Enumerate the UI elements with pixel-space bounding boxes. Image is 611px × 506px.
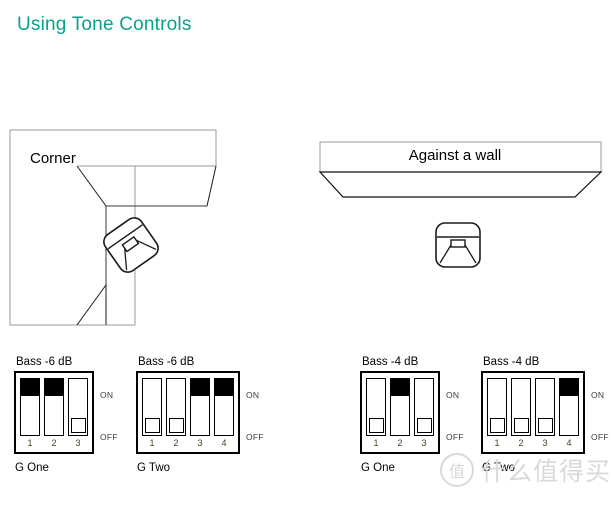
dip-knob-off	[70, 418, 86, 433]
dip-onoff-labels: ON OFF	[100, 371, 126, 454]
dip-off-label: OFF	[446, 432, 464, 442]
dip-knob-on	[215, 379, 233, 396]
dip-switch-1[interactable]	[487, 378, 507, 436]
dip-group: Bass -4 dB 1 2 3 4 ON OFF G Two	[481, 356, 609, 474]
dip-switch-block[interactable]: 1 2 3 4	[481, 371, 585, 454]
dip-switch-2[interactable]	[511, 378, 531, 436]
dip-switch-2[interactable]	[44, 378, 64, 436]
dip-knob-on	[45, 379, 63, 396]
dip-number: 2	[518, 438, 524, 448]
corner-bevel-right	[206, 165, 217, 207]
watermark-logo: 值	[440, 453, 474, 487]
dip-switch-row	[142, 378, 234, 436]
dip-knob-on	[21, 379, 39, 396]
dip-switch-row	[487, 378, 579, 436]
dip-switch-3[interactable]	[190, 378, 210, 436]
dip-number: 3	[197, 438, 203, 448]
dip-number: 2	[173, 438, 179, 448]
dip-knob-off	[168, 418, 184, 433]
dip-switch-3[interactable]	[535, 378, 555, 436]
dip-number-row: 1 2 3	[366, 438, 434, 449]
corner-label: Corner	[30, 150, 76, 167]
dip-switch-row	[366, 378, 434, 436]
dip-switch-block[interactable]: 1 2 3 4	[136, 371, 240, 454]
speaker-tweeter	[450, 239, 466, 248]
dip-group: Bass -4 dB 1 2 3 ON OFF G One	[360, 356, 464, 474]
dip-number: 1	[373, 438, 379, 448]
dip-number-row: 1 2 3	[20, 438, 88, 449]
dip-switch-block[interactable]: 1 2 3	[360, 371, 440, 454]
dip-knob-off	[537, 418, 553, 433]
dip-number: 3	[75, 438, 81, 448]
dip-off-label: OFF	[246, 432, 264, 442]
dip-on-label: ON	[100, 390, 114, 400]
dip-group: Bass -6 dB 1 2 3 4 ON OFF G Two	[136, 356, 264, 474]
dip-switch-row	[20, 378, 88, 436]
dip-switch-1[interactable]	[20, 378, 40, 436]
dip-knob-off	[513, 418, 529, 433]
dip-off-label: OFF	[100, 432, 118, 442]
dip-knob-off	[368, 418, 384, 433]
dip-footer-label: G Two	[482, 462, 516, 474]
page-title: Using Tone Controls	[17, 14, 192, 35]
dip-title: Bass -6 dB	[138, 356, 195, 368]
dip-knob-on	[560, 379, 578, 396]
dip-switch-1[interactable]	[142, 378, 162, 436]
dip-knob-off	[416, 418, 432, 433]
dip-knob-off	[144, 418, 160, 433]
dip-number: 3	[421, 438, 427, 448]
dip-switch-2[interactable]	[166, 378, 186, 436]
dip-number: 4	[221, 438, 227, 448]
dip-number: 1	[27, 438, 33, 448]
dip-title: Bass -6 dB	[16, 356, 73, 368]
dip-footer-label: G One	[15, 462, 49, 474]
dip-number-row: 1 2 3 4	[487, 438, 579, 449]
wall-front-face	[318, 171, 603, 198]
dip-onoff-labels: ON OFF	[446, 371, 472, 454]
placement-diagram-wall: Against a wall	[310, 128, 610, 288]
dip-number-row: 1 2 3 4	[142, 438, 234, 449]
dip-group: Bass -6 dB 1 2 3 ON OFF G One	[14, 356, 118, 474]
dip-onoff-labels: ON OFF	[246, 371, 272, 454]
dip-number: 2	[51, 438, 57, 448]
dip-knob-on	[191, 379, 209, 396]
dip-switch-3[interactable]	[68, 378, 88, 436]
dip-switch-3[interactable]	[414, 378, 434, 436]
dip-on-label: ON	[446, 390, 460, 400]
dip-number: 2	[397, 438, 403, 448]
dip-knob-off	[489, 418, 505, 433]
dip-off-label: OFF	[591, 432, 609, 442]
speaker-icon	[435, 222, 481, 268]
dip-number: 1	[149, 438, 155, 448]
dip-switch-4[interactable]	[559, 378, 579, 436]
dip-knob-on	[391, 379, 409, 396]
dip-number: 4	[566, 438, 572, 448]
dip-switch-4[interactable]	[214, 378, 234, 436]
dip-title: Bass -4 dB	[362, 356, 419, 368]
dip-number: 3	[542, 438, 548, 448]
dip-switch-block[interactable]: 1 2 3	[14, 371, 94, 454]
dip-on-label: ON	[246, 390, 260, 400]
wall-label: Against a wall	[408, 147, 502, 164]
dip-number: 1	[494, 438, 500, 448]
dip-switch-1[interactable]	[366, 378, 386, 436]
dip-onoff-labels: ON OFF	[591, 371, 611, 454]
dip-switch-2[interactable]	[390, 378, 410, 436]
dip-footer-label: G Two	[137, 462, 171, 474]
dip-on-label: ON	[591, 390, 605, 400]
placement-diagram-corner: Corner	[8, 128, 238, 343]
dip-title: Bass -4 dB	[483, 356, 540, 368]
dip-footer-label: G One	[361, 462, 395, 474]
